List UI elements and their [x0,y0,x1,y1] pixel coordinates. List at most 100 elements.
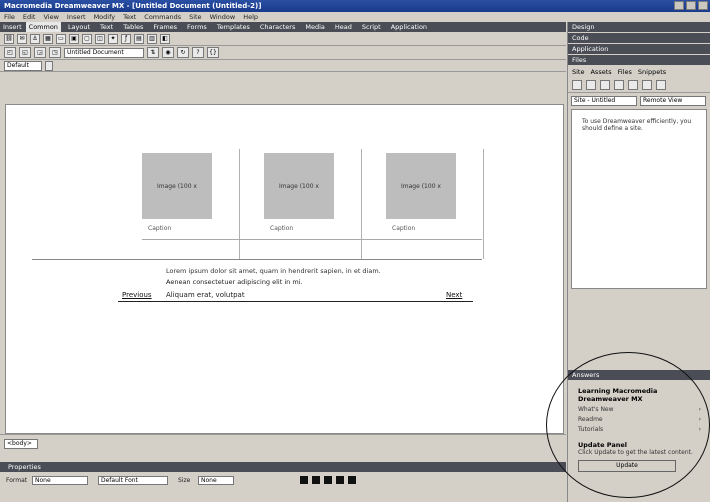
tab-snippets[interactable]: Snippets [638,68,666,76]
files-panel-header[interactable]: Files [568,55,710,65]
code-panel-header[interactable]: Code [568,33,710,43]
tag-chooser-icon[interactable]: ◧ [160,33,170,44]
answers-link[interactable]: Readme [578,416,603,423]
application-panel-header[interactable]: Application [568,44,710,54]
tab-site[interactable]: Site [572,68,584,76]
rollover-icon[interactable]: ◫ [95,33,105,44]
properties-header[interactable]: Properties [0,462,566,472]
answers-panel-header[interactable]: Answers [568,370,710,380]
minimize-icon[interactable] [674,1,684,10]
connect-icon[interactable] [572,80,582,90]
flash-icon[interactable]: ƒ [121,33,131,44]
email-link-icon[interactable]: ✉ [17,33,27,44]
fireworks-icon[interactable]: ✦ [108,33,118,44]
menu-insert[interactable]: Insert [67,12,86,22]
get-file-icon[interactable] [600,80,610,90]
tab-application[interactable]: Application [388,22,430,32]
size-select[interactable]: None [198,476,234,485]
answers-row[interactable]: Readme › [578,416,701,423]
view-select[interactable]: Default [4,60,42,71]
next-link[interactable]: Next [446,291,462,299]
check-out-icon[interactable] [628,80,638,90]
date-icon[interactable]: ▤ [134,33,144,44]
answers-link[interactable]: What's New [578,406,614,413]
image-placeholder[interactable]: Image (100 x [142,153,212,219]
design-canvas[interactable]: Image (100 x Caption Image (100 x Captio… [5,104,564,434]
format-select[interactable]: None [32,476,88,485]
align-center-icon[interactable] [336,476,344,484]
menu-modify[interactable]: Modify [94,12,116,22]
reference-icon[interactable]: ? [192,47,204,58]
insert-bar-header: Insert Common Layout Text Tables Frames … [0,22,566,32]
view-select[interactable]: Remote View [640,96,706,106]
align-left-icon[interactable] [324,476,332,484]
close-icon[interactable] [698,1,708,10]
check-in-icon[interactable] [642,80,652,90]
menu-view[interactable]: View [43,12,58,22]
menu-commands[interactable]: Commands [144,12,181,22]
files-message: To use Dreamweaver efficiently, you shou… [582,118,692,132]
answers-row[interactable]: What's New › [578,406,701,413]
properties-panel: Format None Default Font Size None [0,472,566,502]
menu-help[interactable]: Help [243,12,258,22]
design-view-icon[interactable]: ◲ [34,47,46,58]
put-file-icon[interactable] [614,80,624,90]
tab-head[interactable]: Head [332,22,355,32]
hyperlink-icon[interactable]: ⛓ [4,33,14,44]
tab-characters[interactable]: Characters [257,22,298,32]
document-toolbar: ◰ ◱ ◲ ◳ Untitled Document ⇅ ◉ ↻ ? {} [0,46,566,60]
file-management-icon[interactable]: ⇅ [147,47,159,58]
tab-assets[interactable]: Assets [590,68,611,76]
chevron-down-icon[interactable] [45,60,53,71]
tag-selector[interactable]: <body> [4,439,38,449]
tab-script[interactable]: Script [359,22,384,32]
update-button[interactable]: Update [578,460,676,472]
image-placeholder[interactable]: Image (100 x [386,153,456,219]
tab-media[interactable]: Media [302,22,328,32]
tab-text[interactable]: Text [97,22,116,32]
maximize-icon[interactable] [686,1,696,10]
tab-tables[interactable]: Tables [120,22,146,32]
menu-site[interactable]: Site [189,12,201,22]
image-icon[interactable]: ▣ [69,33,79,44]
menu-edit[interactable]: Edit [23,12,36,22]
font-select[interactable]: Default Font [98,476,168,485]
design-panel-header[interactable]: Design [568,22,710,32]
answers-row[interactable]: Tutorials › [578,426,701,433]
code-navigation-icon[interactable]: {} [207,47,219,58]
answers-link[interactable]: Tutorials [578,426,603,433]
bold-icon[interactable] [300,476,308,484]
layer-icon[interactable]: ▭ [56,33,66,44]
split-view-icon[interactable]: ◱ [19,47,31,58]
menu-text[interactable]: Text [123,12,136,22]
previous-link[interactable]: Previous [122,291,152,299]
table-icon[interactable]: ▦ [43,33,53,44]
menu-window[interactable]: Window [210,12,236,22]
site-select[interactable]: Site - Untitled [571,96,637,106]
body-text: Aenean consectetuer adipiscing elit in m… [166,278,303,286]
live-data-icon[interactable]: ◳ [49,47,61,58]
image-placeholder[interactable]: Image (100 x [264,153,334,219]
image-placeholder-icon[interactable]: ▢ [82,33,92,44]
nav-text: Aliquam erat, volutpat [166,291,245,299]
preview-icon[interactable]: ◉ [162,47,174,58]
comment-icon[interactable]: ▥ [147,33,157,44]
answers-panel: Answers Learning Macromedia Dreamweaver … [568,370,710,478]
tab-forms[interactable]: Forms [184,22,210,32]
tab-files[interactable]: Files [618,68,632,76]
files-list[interactable]: To use Dreamweaver efficiently, you shou… [571,109,707,289]
tab-frames[interactable]: Frames [150,22,180,32]
update-panel-text: Click Update to get the latest content. [578,449,693,456]
anchor-icon[interactable]: ⚓ [30,33,40,44]
refresh-icon[interactable]: ↻ [177,47,189,58]
tab-common[interactable]: Common [25,22,61,32]
tab-layout[interactable]: Layout [65,22,93,32]
expand-icon[interactable] [656,80,666,90]
italic-icon[interactable] [312,476,320,484]
code-view-icon[interactable]: ◰ [4,47,16,58]
align-right-icon[interactable] [348,476,356,484]
document-title-field[interactable]: Untitled Document [64,47,144,58]
tab-templates[interactable]: Templates [214,22,253,32]
menu-file[interactable]: File [4,12,15,22]
refresh-icon[interactable] [586,80,596,90]
